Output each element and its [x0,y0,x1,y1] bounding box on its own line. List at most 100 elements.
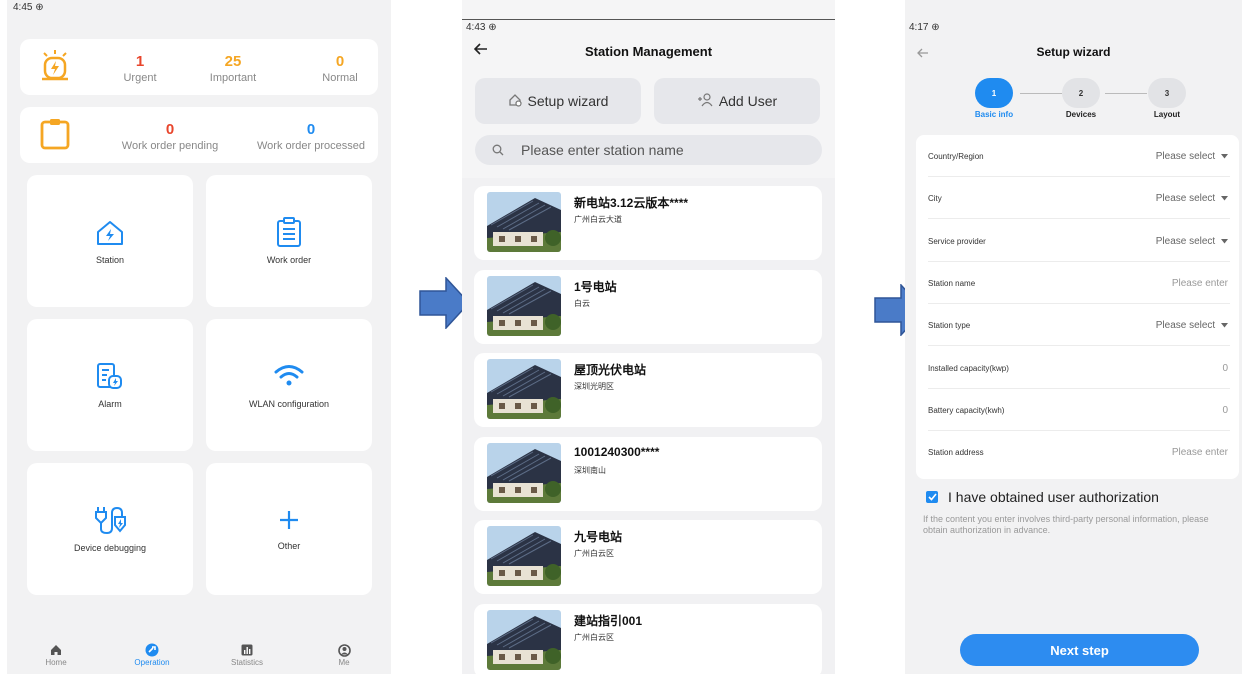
status-time: 4:45 ⊕ [13,2,44,13]
form-row[interactable]: City Please select [928,177,1230,220]
tile-wlan-label: WLAN configuration [248,399,330,409]
form-row[interactable]: Installed capacity(kwp) 0 [928,347,1230,389]
tile-wlan[interactable]: WLAN configuration [206,319,372,451]
station-address: 广州白云大道 [574,215,622,224]
station-card[interactable]: 九号电站 广州白云区 [474,520,822,594]
tile-device-debugging[interactable]: Device debugging [27,463,193,595]
step-2-number: 2 [1078,88,1084,98]
tile-device-debugging-label: Device debugging [73,543,147,553]
processed-label: Work order processed [256,140,365,152]
nav-statistics[interactable]: Statistics [217,642,277,667]
station-name: 1号电站 [574,280,617,294]
station-card[interactable]: 1号电站白云 [474,270,822,344]
step-3-layout[interactable]: 3 [1148,78,1186,108]
dropdown-caret-icon [1221,193,1228,204]
field-input[interactable]: 0 [1222,405,1228,416]
normal-label: Normal [322,72,358,84]
nav-home-label: Home [45,658,67,667]
search-placeholder: Please enter station name [521,142,684,158]
step-connector [1105,93,1147,94]
add-user-button[interactable]: Add User [654,78,820,124]
tile-alarm-label: Alarm [98,399,122,409]
form-row[interactable]: Service provider Please select [928,220,1230,262]
authorization-note: If the content you enter involves third-… [923,514,1209,535]
form-row[interactable]: Station address Please enter [928,431,1230,473]
station-card[interactable]: 屋顶光伏电站 深圳光明区 [474,353,822,427]
station-photo [487,359,561,419]
field-label: Battery capacity(kwh) [928,405,1005,415]
station-management-screen: 4:43 ⊕ Station Management Setup wizard A… [462,0,835,674]
field-input[interactable]: Please enter [1172,447,1228,458]
setup-wizard-screen: 4:17 ⊕ Setup wizard 1 2 3 Basic info Dev… [905,0,1242,674]
plug-icon [27,503,193,535]
field-input[interactable]: Please select [1156,320,1228,331]
basic-info-form: Country/Region Please select City Please s… [916,135,1239,479]
step-2-label: Devices [1065,110,1097,119]
pending-number: 0 [165,121,175,138]
tile-station[interactable]: Station [27,175,193,307]
station-card[interactable]: 1001240300**** 深圳南山 [474,437,822,511]
person-icon [314,642,374,658]
clipboard-orange-icon [39,117,71,156]
station-address: 白云 [574,299,590,308]
station-name: 新电站3.12云版本**** [574,196,689,210]
work-order-card[interactable]: 0 Work order pending 0 Work order proces… [20,107,378,163]
step-2-devices[interactable]: 2 [1062,78,1100,108]
field-label: City [928,194,942,204]
form-row[interactable]: Station name Please enter [928,262,1230,304]
field-input[interactable]: 0 [1222,363,1228,374]
authorization-label: I have obtained user authorization [948,489,1159,505]
nav-me[interactable]: Me [314,642,374,667]
setup-wizard-button[interactable]: Setup wizard [475,78,641,124]
step-1-basic-info[interactable]: 1 [975,78,1013,108]
field-input[interactable]: Please select [1156,151,1228,162]
pending-count[interactable]: 0 Work order pending [115,121,225,153]
urgent-count[interactable]: 1 Urgent [110,53,170,85]
setup-wizard-label: Setup wizard [527,93,609,109]
field-value: Please select [1155,193,1216,205]
field-value: 0 [1222,362,1228,374]
station-card[interactable]: 建站指引001 广州白云区 [474,604,822,674]
nav-operation[interactable]: Operation [122,642,182,667]
field-input[interactable]: Please enter [1172,278,1228,289]
form-row[interactable]: Station type Please select [928,304,1230,347]
field-value: Please enter [1171,447,1228,459]
station-card[interactable]: 新电站3.12云版本**** 广州白云大道 [474,186,822,260]
nav-statistics-label: Statistics [230,658,263,667]
field-value: Please select [1155,235,1216,247]
alarm-summary-card[interactable]: 1 Urgent 25 Important 0 Normal [20,39,378,95]
urgent-number: 1 [135,53,145,70]
tile-other-label: Other [277,541,301,551]
authorization-checkbox[interactable] [926,491,938,503]
form-row[interactable]: Battery capacity(kwh) 0 [928,389,1230,431]
tile-alarm[interactable]: Alarm [27,319,193,451]
tile-other[interactable]: Other [206,463,372,595]
field-input[interactable]: Please select [1156,236,1228,247]
station-photo [487,610,561,670]
search-icon [492,144,504,156]
status-time: 4:43 ⊕ [466,22,497,33]
tile-work-order-label: Work order [266,255,312,265]
tile-station-label: Station [95,255,125,265]
nav-home[interactable]: Home [26,642,86,667]
add-user-icon [697,92,713,110]
station-search-input[interactable]: Please enter station name [475,135,822,165]
dropdown-caret-icon [1221,320,1228,331]
home-icon [26,642,86,658]
processed-count[interactable]: 0 Work order processed [246,121,376,153]
wizard-house-icon [508,93,522,110]
form-row[interactable]: Country/Region Please select [928,135,1230,177]
station-photo [487,443,561,503]
important-count[interactable]: 25 Important [203,53,263,85]
field-input[interactable]: Please select [1156,193,1228,204]
station-address: 广州白云区 [574,549,614,558]
normal-count[interactable]: 0 Normal [310,53,370,85]
tile-work-order[interactable]: Work order [206,175,372,307]
next-step-button[interactable]: Next step [960,634,1199,666]
step-1-number: 1 [991,88,997,98]
alarm-document-icon [27,361,193,391]
add-user-label: Add User [718,93,778,109]
page-title: Station Management [584,44,713,59]
step-connector [1020,93,1062,94]
page-title: Setup wizard [1036,45,1111,59]
